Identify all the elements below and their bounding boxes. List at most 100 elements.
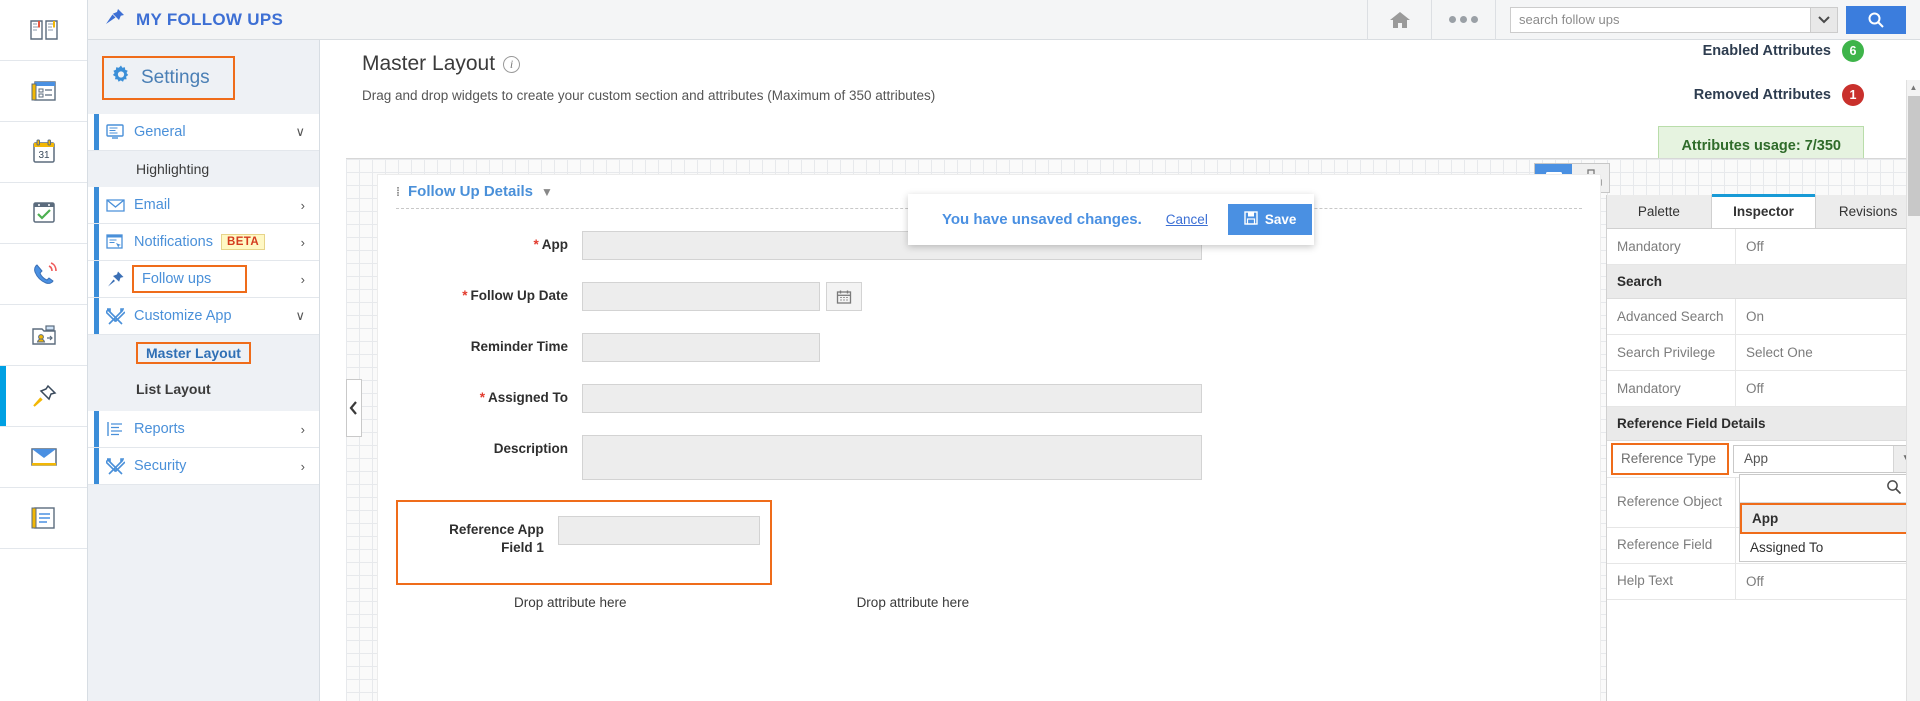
field-input-description[interactable]	[582, 435, 1202, 480]
save-button[interactable]: Save	[1228, 204, 1313, 235]
info-icon[interactable]: i	[503, 56, 520, 73]
field-label-followup-date: *Follow Up Date	[378, 282, 568, 305]
property-section-search: Search	[1607, 265, 1920, 299]
chevron-down-icon[interactable]	[1810, 7, 1838, 33]
rail-item-phone[interactable]	[0, 244, 87, 305]
sidebar-subitem-label: List Layout	[136, 381, 211, 397]
settings-title[interactable]: Settings	[102, 56, 235, 100]
pushpin-icon	[104, 7, 126, 32]
inspector-tabs: Palette Inspector Revisions	[1607, 195, 1920, 229]
rail-item-tasks[interactable]	[0, 183, 87, 244]
required-marker: *	[480, 390, 485, 405]
tab-revisions[interactable]: Revisions	[1816, 195, 1920, 228]
sidebar-item-security[interactable]: Security ›	[88, 448, 319, 485]
reference-type-dropdown: App ▼ App Assigned To	[1733, 445, 1920, 473]
more-options-icon[interactable]	[1431, 0, 1495, 40]
field-input-assigned-to[interactable]	[582, 384, 1202, 413]
sidebar-item-notifications[interactable]: Notifications BETA ›	[88, 224, 319, 261]
rail-item-calendar[interactable]: 31	[0, 122, 87, 183]
field-input-reminder-time[interactable]	[582, 333, 820, 362]
chevron-right-icon: ›	[301, 459, 305, 474]
field-label-line2: Field 1	[501, 540, 544, 555]
app-icon-rail: 31	[0, 0, 88, 701]
reference-type-dropdown-head[interactable]: App ▼	[1733, 445, 1920, 473]
field-label-reminder-time: Reminder Time	[378, 333, 568, 356]
dropdown-option-assigned-to[interactable]: Assigned To	[1740, 534, 1910, 561]
sidebar-item-reports[interactable]: Reports ›	[88, 411, 319, 448]
rail-item-book[interactable]	[0, 0, 87, 61]
app-title: MY FOLLOW UPS	[136, 10, 283, 30]
home-icon[interactable]	[1367, 0, 1431, 40]
rail-item-newspaper[interactable]	[0, 61, 87, 122]
form-row-reference-app-field-1[interactable]: Reference App Field 1	[396, 500, 772, 585]
page-scrollbar[interactable]: ▲	[1906, 80, 1920, 701]
tools-icon	[106, 308, 128, 325]
chevron-down-icon[interactable]: ▼	[541, 185, 553, 199]
property-value[interactable]: Off	[1735, 371, 1920, 406]
rail-item-contacts[interactable]	[0, 305, 87, 366]
sidebar-subitem-master-layout[interactable]: Master Layout	[88, 335, 319, 371]
rail-item-followups[interactable]	[0, 366, 87, 427]
sidebar-subitem-list-layout[interactable]: List Layout	[88, 371, 319, 407]
sidebar-item-email[interactable]: Email ›	[88, 187, 319, 224]
rail-item-notes[interactable]	[0, 488, 87, 549]
floppy-disk-icon	[1244, 211, 1258, 228]
property-value[interactable]: Off	[1735, 229, 1920, 264]
sidebar-item-followups[interactable]: Follow ups ›	[88, 261, 319, 298]
search-input[interactable]	[1510, 7, 1810, 33]
tab-palette[interactable]: Palette	[1607, 195, 1712, 228]
sidebar-item-label: Follow ups	[132, 265, 247, 293]
field-label-description: Description	[378, 435, 568, 458]
dropdown-option-app[interactable]: App	[1740, 503, 1910, 534]
monitor-icon	[106, 124, 128, 140]
page-scrollbar-thumb[interactable]	[1908, 96, 1920, 216]
inspector-panel: Palette Inspector Revisions Mandatory Of…	[1606, 195, 1920, 701]
search-button[interactable]	[1846, 6, 1906, 34]
required-marker: *	[533, 237, 538, 252]
notification-icon	[106, 234, 128, 250]
removed-attributes: Removed Attributes 1	[1658, 84, 1864, 106]
enabled-attributes-count: 6	[1842, 40, 1864, 62]
rail-item-mail[interactable]	[0, 427, 87, 488]
svg-text:31: 31	[38, 150, 50, 161]
attribute-stats: Enabled Attributes 6 Removed Attributes …	[1658, 40, 1864, 166]
sidebar-item-customize-app[interactable]: Customize App ∨	[88, 298, 319, 335]
property-row-reference-type: Reference Type App ▼	[1607, 441, 1920, 478]
field-label-text: Assigned To	[488, 390, 568, 405]
pushpin-icon	[106, 270, 128, 288]
drop-hints-row: Drop attribute here Drop attribute here	[378, 595, 1600, 610]
unsaved-changes-message: You have unsaved changes.	[942, 211, 1142, 228]
drop-hint-right[interactable]: Drop attribute here	[857, 595, 970, 610]
form-row-assigned-to: *Assigned To	[378, 384, 1600, 413]
tab-inspector[interactable]: Inspector	[1712, 195, 1817, 228]
calendar-icon[interactable]	[826, 282, 862, 311]
property-value[interactable]: Off	[1735, 564, 1920, 599]
enabled-attributes: Enabled Attributes 6	[1658, 40, 1864, 62]
tools-icon	[106, 458, 128, 475]
dropdown-search-input[interactable]	[1740, 476, 1886, 500]
field-input-reference-app-field-1[interactable]	[558, 516, 760, 545]
field-input-followup-date[interactable]	[582, 282, 820, 311]
sidebar-item-general[interactable]: General ∨	[88, 114, 319, 151]
scroll-up-icon[interactable]: ▲	[1907, 80, 1920, 94]
drop-hint-left[interactable]: Drop attribute here	[514, 595, 627, 610]
envelope-icon	[106, 198, 128, 213]
chevron-right-icon: ›	[301, 235, 305, 250]
app-brand: MY FOLLOW UPS	[104, 7, 283, 32]
sidebar-item-label: Customize App	[134, 308, 232, 324]
field-label-line1: Reference App	[449, 522, 544, 537]
property-key: Reference Object	[1607, 485, 1735, 519]
cancel-button[interactable]: Cancel	[1166, 212, 1208, 227]
field-label-app: *App	[378, 231, 568, 254]
panel-collapse-handle[interactable]	[346, 379, 362, 437]
drag-grip-icon[interactable]: ⁞	[396, 185, 400, 199]
property-value[interactable]: On	[1735, 299, 1920, 334]
removed-attributes-count: 1	[1842, 84, 1864, 106]
chevron-right-icon: ›	[301, 198, 305, 213]
sidebar-subitem-highlighting[interactable]: Highlighting	[88, 151, 319, 187]
field-label-text: Reminder Time	[471, 339, 568, 354]
dropdown-search-row[interactable]	[1740, 475, 1910, 503]
top-header-bar: MY FOLLOW UPS	[88, 0, 1920, 40]
property-row: Advanced Search On	[1607, 299, 1920, 335]
property-value[interactable]: Select One	[1735, 335, 1920, 370]
